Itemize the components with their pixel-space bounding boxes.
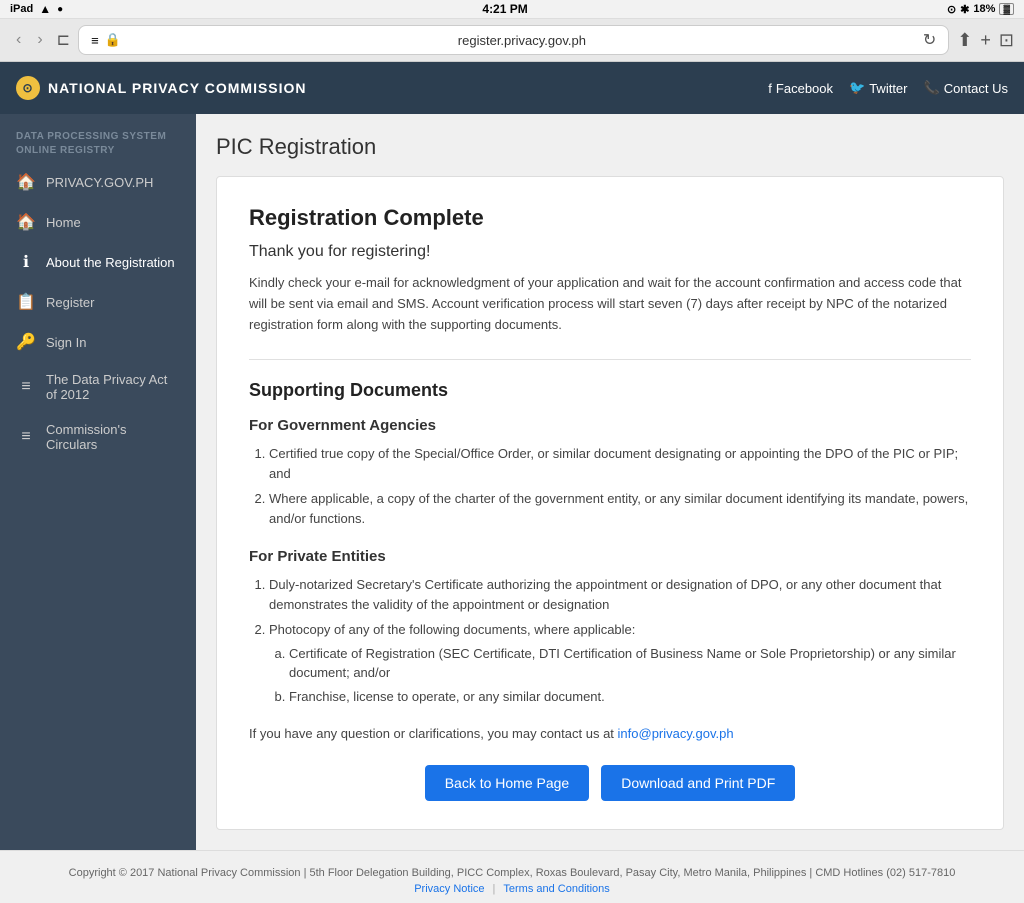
back-button[interactable]: ‹ <box>10 29 27 51</box>
facebook-label: Facebook <box>776 81 833 96</box>
sidebar-item-signin[interactable]: 🔑 Sign In <box>0 322 196 362</box>
sidebar-item-circulars[interactable]: ≡ Commission's Circulars <box>0 412 196 462</box>
main-layout: DATA PROCESSING SYSTEM ONLINE REGISTRY 🏠… <box>0 114 1024 850</box>
site-title: NATIONAL PRIVACY COMMISSION <box>48 80 307 96</box>
list-icon-circulars: ≡ <box>16 428 36 446</box>
private-doc-item-1: Duly-notarized Secretary's Certificate a… <box>269 575 971 614</box>
sidebar-item-label: Commission's Circulars <box>46 422 180 452</box>
browser-nav-buttons: ‹ › <box>10 29 49 51</box>
twitter-icon: 🐦 <box>849 80 865 96</box>
private-sublist: Certificate of Registration (SEC Certifi… <box>289 644 971 707</box>
sidebar: DATA PROCESSING SYSTEM ONLINE REGISTRY 🏠… <box>0 114 196 850</box>
private-subitem-b: Franchise, license to operate, or any si… <box>289 687 971 707</box>
browser-action-buttons: ⬆ + ⊡ <box>957 30 1014 51</box>
info-icon: ℹ <box>16 252 36 272</box>
sidebar-system-label: DATA PROCESSING SYSTEM ONLINE REGISTRY <box>0 122 196 162</box>
sidebar-item-label: About the Registration <box>46 255 175 270</box>
wifi-icon: ▲ <box>39 2 51 16</box>
contact-label: Contact Us <box>944 81 1008 96</box>
private-doc-item-2: Photocopy of any of the following docume… <box>269 620 971 706</box>
gov-doc-item-1: Certified true copy of the Special/Offic… <box>269 444 971 483</box>
browser-bar: ‹ › ⊏ ≡ 🔒 register.privacy.gov.ph ↻ ⬆ + … <box>0 19 1024 62</box>
signin-icon: 🔑 <box>16 332 36 352</box>
intro-text: Kindly check your e-mail for acknowledgm… <box>249 273 971 335</box>
battery-percent: 18% <box>973 3 995 15</box>
facebook-link[interactable]: f Facebook <box>768 81 833 96</box>
gov-doc-item-2: Where applicable, a copy of the charter … <box>269 489 971 528</box>
footer-links: Privacy Notice | Terms and Conditions <box>20 883 1004 895</box>
card-heading: Registration Complete <box>249 205 971 231</box>
thank-you-text: Thank you for registering! <box>249 243 971 261</box>
site-footer: Copyright © 2017 National Privacy Commis… <box>0 850 1024 903</box>
contact-link[interactable]: 📞 Contact Us <box>924 80 1009 96</box>
ipad-right-status: ⊙ ✱ 18% ▓ <box>947 3 1014 16</box>
battery-icon: ▓ <box>999 3 1014 15</box>
sidebar-item-register[interactable]: 📋 Register <box>0 282 196 322</box>
ipad-label: iPad <box>10 3 33 15</box>
signal-icon: ● <box>57 4 63 15</box>
private-doc-list: Duly-notarized Secretary's Certificate a… <box>269 575 971 706</box>
facebook-icon: f <box>768 81 772 96</box>
divider <box>249 359 971 360</box>
contact-text: If you have any question or clarificatio… <box>249 726 971 741</box>
sidebar-item-label: Sign In <box>46 335 86 350</box>
forward-button[interactable]: › <box>31 29 48 51</box>
sidebar-item-home[interactable]: 🏠 Home <box>0 202 196 242</box>
phone-icon: 📞 <box>924 80 940 96</box>
bluetooth-icon: ✱ <box>960 3 969 16</box>
back-to-home-button[interactable]: Back to Home Page <box>425 765 590 801</box>
home-icon: 🏠 <box>16 212 36 232</box>
footer-divider: | <box>493 883 496 895</box>
ipad-time: 4:21 PM <box>482 2 527 16</box>
contact-prefix: If you have any question or clarificatio… <box>249 726 618 741</box>
gov-agencies-title: For Government Agencies <box>249 417 971 434</box>
tabs-button[interactable]: ⊡ <box>999 30 1014 51</box>
bookmark-button[interactable]: ⊏ <box>57 30 70 50</box>
copyright-text: Copyright © 2017 National Privacy Commis… <box>20 867 1004 879</box>
privacy-notice-link[interactable]: Privacy Notice <box>414 883 484 895</box>
sidebar-item-label: Register <box>46 295 94 310</box>
screen-rotation-icon: ⊙ <box>947 3 956 16</box>
site-logo: ⊙ NATIONAL PRIVACY COMMISSION <box>16 76 307 100</box>
sidebar-item-label: PRIVACY.GOV.PH <box>46 175 153 190</box>
hamburger-icon: ≡ <box>91 33 99 48</box>
register-icon: 📋 <box>16 292 36 312</box>
site-header: ⊙ NATIONAL PRIVACY COMMISSION f Facebook… <box>0 62 1024 114</box>
lock-icon: 🔒 <box>105 32 121 48</box>
share-button[interactable]: ⬆ <box>957 30 972 51</box>
new-tab-button[interactable]: + <box>980 30 991 51</box>
logo-icon: ⊙ <box>16 76 40 100</box>
header-nav: f Facebook 🐦 Twitter 📞 Contact Us <box>768 80 1008 96</box>
download-pdf-button[interactable]: Download and Print PDF <box>601 765 795 801</box>
list-icon-dataprivacy: ≡ <box>16 378 36 396</box>
registration-card: Registration Complete Thank you for regi… <box>216 176 1004 830</box>
ipad-status-bar: iPad ▲ ● 4:21 PM ⊙ ✱ 18% ▓ <box>0 0 1024 19</box>
url-text: register.privacy.gov.ph <box>127 33 917 48</box>
terms-link[interactable]: Terms and Conditions <box>503 883 609 895</box>
supporting-docs-title: Supporting Documents <box>249 380 971 401</box>
sidebar-item-dataprivacy[interactable]: ≡ The Data Privacy Act of 2012 <box>0 362 196 412</box>
sidebar-item-privacy[interactable]: 🏠 PRIVACY.GOV.PH <box>0 162 196 202</box>
sidebar-item-label: Home <box>46 215 81 230</box>
sidebar-item-about[interactable]: ℹ About the Registration <box>0 242 196 282</box>
url-bar[interactable]: ≡ 🔒 register.privacy.gov.ph ↻ <box>78 25 949 55</box>
twitter-link[interactable]: 🐦 Twitter <box>849 80 907 96</box>
content-area: PIC Registration Registration Complete T… <box>196 114 1024 850</box>
home-icon-privacy: 🏠 <box>16 172 36 192</box>
ipad-left-status: iPad ▲ ● <box>10 2 63 16</box>
sidebar-item-label: The Data Privacy Act of 2012 <box>46 372 180 402</box>
contact-email-link[interactable]: info@privacy.gov.ph <box>618 726 734 741</box>
action-buttons: Back to Home Page Download and Print PDF <box>249 765 971 801</box>
private-entities-title: For Private Entities <box>249 548 971 565</box>
page-title: PIC Registration <box>216 134 1004 160</box>
reload-button[interactable]: ↻ <box>923 30 936 50</box>
private-subitem-a: Certificate of Registration (SEC Certifi… <box>289 644 971 683</box>
twitter-label: Twitter <box>869 81 907 96</box>
gov-doc-list: Certified true copy of the Special/Offic… <box>269 444 971 528</box>
